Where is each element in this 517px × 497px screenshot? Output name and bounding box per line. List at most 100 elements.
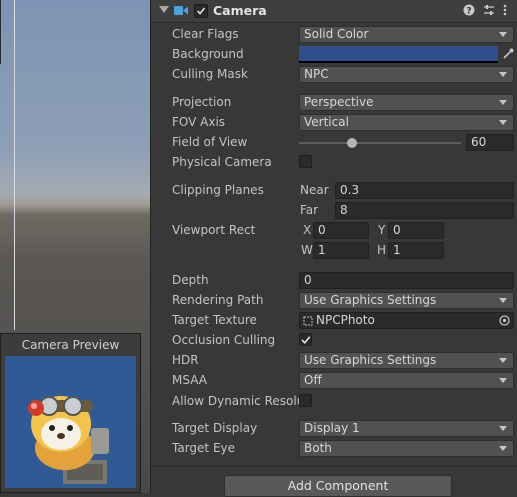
fov-axis-value: Vertical [304,115,349,129]
clear-flags-label: Clear Flags [172,27,239,41]
field-of-view-input[interactable]: 60 [466,134,514,151]
component-title: Camera [213,3,267,18]
field-of-view-label: Field of View [172,135,248,149]
hdr-label: HDR [172,353,199,367]
allow-dynamic-resolution-checkbox[interactable] [299,394,312,407]
hdr-dropdown[interactable]: Use Graphics Settings [299,352,514,369]
target-texture-row: Target Texture NPCPhoto [151,312,517,330]
hdr-row: HDR Use Graphics Settings [151,352,517,370]
background-label: Background [172,47,244,61]
more-options-icon[interactable] [503,4,507,19]
fov-axis-dropdown[interactable]: Vertical [299,114,514,131]
chevron-down-icon [499,72,507,77]
chevron-down-icon [499,358,507,363]
far-clip-input[interactable]: 8 [335,202,514,219]
svg-text:?: ? [466,7,471,17]
viewport-w-label: W [301,243,313,257]
inspector-panel: Camera ? Clear Flags Solid Color Backgro… [150,0,517,497]
background-row: Background [151,46,517,64]
preset-icon[interactable] [483,4,495,19]
camera-component-header[interactable]: Camera ? [151,0,517,23]
add-component-button[interactable]: Add Component [224,475,452,497]
camera-preview-render [5,356,136,488]
scene-edge-line [0,0,1,64]
background-color-swatch[interactable] [299,46,498,63]
projection-value: Perspective [304,95,374,109]
chevron-down-icon [499,378,507,383]
target-texture-field[interactable]: NPCPhoto [299,312,514,329]
viewport-y-input[interactable]: 0 [388,222,444,239]
culling-mask-value: NPC [304,67,329,81]
physical-camera-checkbox[interactable] [299,155,312,168]
allow-dynamic-resolution-row: Allow Dynamic Resolu [151,393,517,411]
projection-dropdown[interactable]: Perspective [299,94,514,111]
depth-row: Depth 0 [151,272,517,290]
chevron-down-icon [499,32,507,37]
checkmark-icon [196,7,206,15]
culling-mask-label: Culling Mask [172,67,248,81]
target-texture-label: Target Texture [172,313,257,327]
viewport-x-label: X [303,223,312,237]
camera-icon [174,5,188,19]
help-icon[interactable]: ? [463,4,475,19]
target-texture-value: NPCPhoto [316,313,375,327]
culling-mask-row: Culling Mask NPC [151,66,517,84]
msaa-row: MSAA Off [151,372,517,390]
object-picker-icon[interactable] [499,315,510,330]
rendering-path-row: Rendering Path Use Graphics Settings [151,292,517,310]
depth-input[interactable]: 0 [299,272,514,289]
field-of-view-row: Field of View 60 [151,134,517,152]
target-display-value: Display 1 [304,421,360,435]
fov-slider-track[interactable] [299,142,461,144]
msaa-dropdown[interactable]: Off [299,372,514,389]
target-eye-dropdown[interactable]: Both [299,440,514,457]
culling-mask-dropdown[interactable]: NPC [299,66,514,83]
checkmark-icon [301,336,311,344]
chevron-down-icon [499,426,507,431]
eyedropper-icon[interactable] [502,48,514,63]
component-enabled-checkbox[interactable] [194,4,208,18]
depth-label: Depth [172,273,209,287]
target-eye-label: Target Eye [172,441,236,455]
viewport-h-input[interactable]: 1 [388,242,444,259]
clear-flags-row: Clear Flags Solid Color [151,26,517,44]
occlusion-culling-row: Occlusion Culling [151,332,517,350]
allow-dynamic-resolution-label: Allow Dynamic Resolu [172,394,299,408]
projection-label: Projection [172,95,232,109]
far-label: Far [300,203,319,217]
inspector-footer: Add Component [151,466,517,497]
target-display-label: Target Display [172,421,258,435]
viewport-h-label: H [377,243,387,257]
npc-character-image [28,396,109,484]
clipping-planes-label: Clipping Planes [172,183,264,197]
scene-gizmo-line [14,0,15,330]
rendering-path-label: Rendering Path [172,293,264,307]
clipping-planes-far-row: Far 8 [151,202,517,220]
target-display-row: Target Display Display 1 [151,420,517,438]
target-eye-value: Both [304,441,332,455]
foldout-arrow-icon[interactable] [159,6,169,13]
viewport-rect-xy-row: Viewport Rect X 0 Y 0 [151,222,517,240]
near-clip-input[interactable]: 0.3 [335,182,514,199]
target-eye-row: Target Eye Both [151,440,517,458]
clear-flags-dropdown[interactable]: Solid Color [299,26,514,43]
fov-axis-row: FOV Axis Vertical [151,114,517,132]
occlusion-culling-checkbox[interactable] [299,333,312,346]
scene-view[interactable]: Camera Preview [0,0,150,493]
hdr-value: Use Graphics Settings [304,353,437,367]
msaa-label: MSAA [172,373,207,387]
viewport-w-input[interactable]: 1 [313,242,369,259]
rendering-path-dropdown[interactable]: Use Graphics Settings [299,292,514,309]
target-display-dropdown[interactable]: Display 1 [299,420,514,437]
physical-camera-label: Physical Camera [172,155,272,169]
physical-camera-row: Physical Camera [151,154,517,172]
camera-preview-panel: Camera Preview [0,333,141,493]
viewport-rect-label: Viewport Rect [172,223,256,237]
chevron-down-icon [499,100,507,105]
fov-slider-handle[interactable] [347,138,358,148]
near-label: Near [300,183,329,197]
render-texture-icon [303,315,313,330]
viewport-rect-wh-row: W 1 H 1 [151,242,517,260]
viewport-x-input[interactable]: 0 [313,222,369,239]
msaa-value: Off [304,373,322,387]
